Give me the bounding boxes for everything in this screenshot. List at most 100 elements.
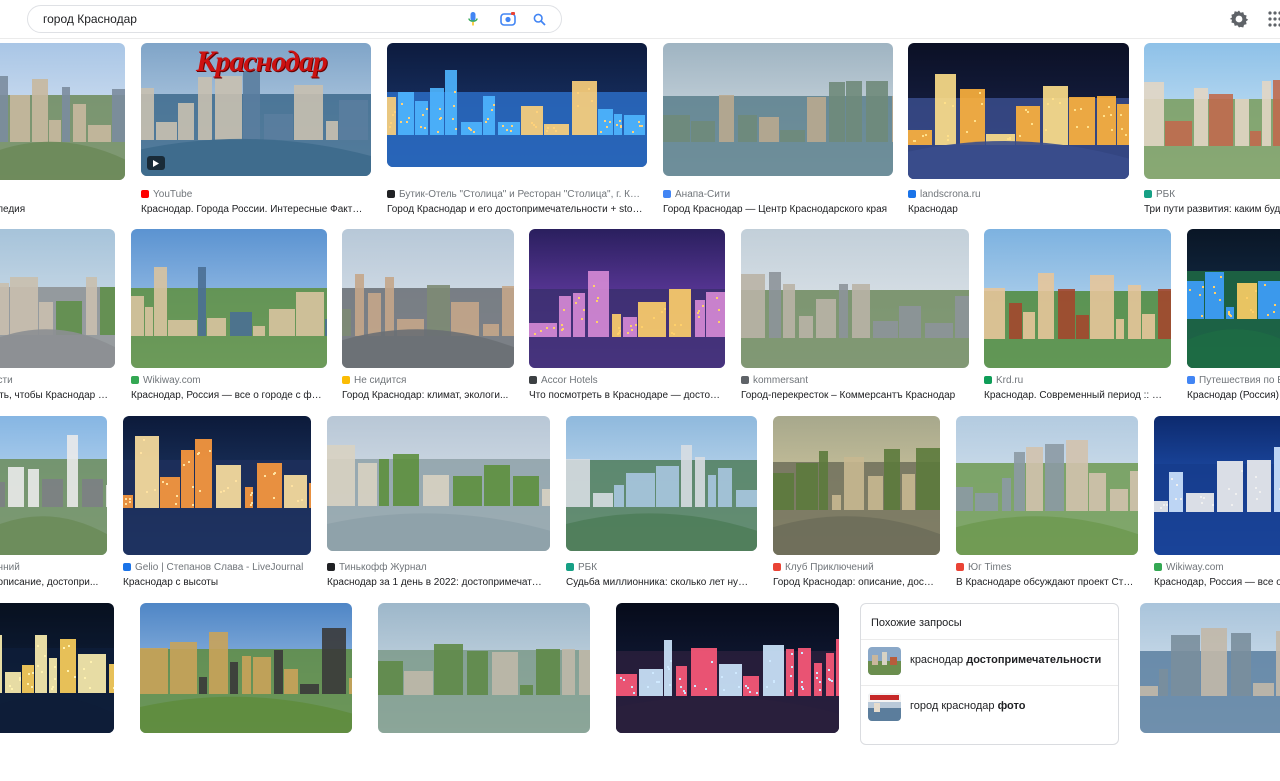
camera-lens-icon[interactable] (499, 10, 517, 28)
result-source[interactable]: енний (0, 561, 103, 574)
search-icon[interactable] (530, 10, 548, 28)
result-source[interactable]: Wikiway.com (1154, 561, 1280, 574)
image-result-card[interactable]: kommersant Город-перекресток – Коммерсант… (741, 229, 969, 407)
search-box[interactable] (27, 5, 562, 33)
result-caption[interactable]: Краснодар, Россия — все о (1154, 576, 1280, 589)
result-caption[interactable]: Город Краснодар — Центр Краснодарского к… (663, 203, 889, 216)
result-thumbnail[interactable] (529, 229, 725, 368)
result-source[interactable]: Krd.ru (984, 374, 1167, 387)
result-thumbnail[interactable] (131, 229, 327, 368)
result-thumbnail[interactable] (773, 416, 940, 555)
image-result-card[interactable]: Wikiway.com Краснодар, Россия — все о гор… (131, 229, 327, 407)
result-source[interactable] (0, 188, 121, 201)
result-thumbnail[interactable]: Краснодар (141, 43, 371, 176)
result-source[interactable]: kommersant (741, 374, 965, 387)
result-source[interactable]: ости (0, 374, 111, 387)
result-caption[interactable]: Город Краснодар и его достопримечательно… (387, 203, 643, 216)
result-caption[interactable]: Три пути развития: каким буд (1144, 203, 1280, 216)
result-thumbnail[interactable] (378, 603, 590, 733)
result-thumbnail[interactable] (908, 43, 1129, 179)
image-result-card[interactable]: Бутик-Отель "Столица" и Ресторан "Столиц… (387, 43, 647, 221)
image-result-card[interactable]: Юг Times В Краснодаре обсуждают проект Ст… (956, 416, 1138, 594)
result-caption[interactable]: Судьба миллионника: сколько лет нуж... (566, 576, 753, 589)
result-thumbnail[interactable] (616, 603, 839, 733)
result-thumbnail[interactable] (123, 416, 311, 555)
result-source[interactable]: landscrona.ru (908, 188, 1125, 201)
result-caption[interactable]: Что посмотреть в Краснодаре — достоп... (529, 389, 721, 402)
result-caption[interactable]: Город Краснодар: описание, досто... (773, 576, 936, 589)
result-source[interactable]: Путешествия по Е (1187, 374, 1280, 387)
image-result-card[interactable] (0, 603, 114, 781)
microphone-icon[interactable] (464, 10, 482, 28)
related-search-item[interactable]: город краснодар фото (861, 685, 1118, 728)
result-source[interactable]: Юг Times (956, 561, 1134, 574)
result-source[interactable]: YouTube (141, 188, 367, 201)
image-result-card[interactable]: Тинькофф Журнал Краснодар за 1 день в 202… (327, 416, 550, 594)
result-caption[interactable]: Краснодар за 1 день в 2022: достопримеча… (327, 576, 546, 589)
result-caption[interactable]: В Краснодаре обсуждают проект Стр... (956, 576, 1134, 589)
result-caption[interactable]: Краснодар с высоты (123, 576, 307, 589)
result-source[interactable]: Gelio | Степанов Слава - LiveJournal (123, 561, 307, 574)
result-thumbnail[interactable] (1144, 43, 1280, 179)
settings-gear-icon[interactable] (1229, 9, 1249, 29)
result-thumbnail[interactable] (327, 416, 550, 551)
result-caption[interactable]: Город-перекресток – Коммерсантъ Краснода… (741, 389, 965, 402)
result-source[interactable]: Бутик-Отель "Столица" и Ресторан "Столиц… (387, 188, 643, 201)
image-result-card[interactable]: Путешествия по Е Краснодар (Россия) (1187, 229, 1280, 407)
image-result-card[interactable]: Краснодар YouTube Краснодар. Города России… (141, 43, 371, 221)
result-source[interactable]: Accor Hotels (529, 374, 721, 387)
image-result-card[interactable]: ости ыть, чтобы Краснодар ст... (0, 229, 115, 407)
image-result-card[interactable]: landscrona.ru Краснодар (908, 43, 1129, 221)
result-thumbnail[interactable] (1187, 229, 1280, 368)
image-result-card[interactable] (378, 603, 590, 781)
result-caption[interactable]: ипедия (0, 203, 121, 216)
image-result-card[interactable] (140, 603, 352, 781)
result-thumbnail[interactable] (741, 229, 969, 368)
result-thumbnail[interactable] (566, 416, 757, 551)
image-result-card[interactable]: Не сидится Город Краснодар: климат, эколо… (342, 229, 514, 407)
result-source[interactable]: РБК (566, 561, 753, 574)
result-thumbnail[interactable] (387, 43, 647, 167)
image-result-card[interactable] (616, 603, 839, 781)
result-thumbnail[interactable] (0, 603, 114, 733)
related-search-item[interactable]: краснодар достопримечательности (861, 639, 1118, 682)
image-result-card[interactable]: енний : описание, достопри... (0, 416, 107, 594)
image-result-card[interactable]: Анапа-Сити Город Краснодар — Центр Красно… (663, 43, 893, 221)
result-source[interactable]: Тинькофф Журнал (327, 561, 546, 574)
image-result-card[interactable]: Gelio | Степанов Слава - LiveJournal Крас… (123, 416, 311, 594)
image-result-card[interactable]: ипедия (0, 43, 125, 221)
apps-grid-icon[interactable] (1268, 11, 1280, 27)
result-source[interactable]: Анапа-Сити (663, 188, 889, 201)
result-thumbnail[interactable] (140, 603, 352, 733)
search-input[interactable] (43, 10, 453, 28)
result-thumbnail[interactable] (1154, 416, 1280, 555)
result-thumbnail[interactable] (956, 416, 1138, 555)
result-caption[interactable]: Краснодар. Современный период :: Ис... (984, 389, 1167, 402)
image-result-card[interactable]: Accor Hotels Что посмотреть в Краснодаре … (529, 229, 725, 407)
result-caption[interactable]: Краснодар, Россия — все о городе с фото (131, 389, 323, 402)
image-result-card[interactable] (1140, 603, 1280, 781)
result-caption[interactable]: ыть, чтобы Краснодар ст... (0, 389, 111, 402)
result-thumbnail[interactable] (0, 416, 107, 555)
result-source[interactable]: Wikiway.com (131, 374, 323, 387)
related-search-text: город краснодар фото (910, 700, 1026, 712)
result-thumbnail[interactable] (342, 229, 514, 368)
image-result-card[interactable]: Krd.ruКраснодар. Современный период :: И… (984, 229, 1171, 407)
result-source[interactable]: РБК (1144, 188, 1280, 201)
result-thumbnail[interactable] (663, 43, 893, 176)
result-source[interactable]: Клуб Приключений (773, 561, 936, 574)
image-result-card[interactable]: РБК Судьба миллионника: сколько лет нуж..… (566, 416, 757, 594)
result-caption[interactable]: Краснодар (908, 203, 1125, 216)
result-caption[interactable]: Краснодар (Россия) (1187, 389, 1280, 402)
result-caption[interactable]: : описание, достопри... (0, 576, 103, 589)
image-result-card[interactable]: РБК Три пути развития: каким буд (1144, 43, 1280, 221)
result-thumbnail[interactable] (0, 43, 125, 180)
image-result-card[interactable]: Клуб Приключений Город Краснодар: описани… (773, 416, 940, 594)
result-source[interactable]: Не сидится (342, 374, 510, 387)
image-result-card[interactable]: Wikiway.com Краснодар, Россия — все о (1154, 416, 1280, 594)
result-caption[interactable]: Краснодар. Города России. Интересные Фак… (141, 203, 367, 216)
result-thumbnail[interactable] (0, 229, 115, 368)
result-thumbnail[interactable] (1140, 603, 1280, 733)
result-caption[interactable]: Город Краснодар: климат, экологи... (342, 389, 510, 402)
result-thumbnail[interactable] (984, 229, 1171, 368)
